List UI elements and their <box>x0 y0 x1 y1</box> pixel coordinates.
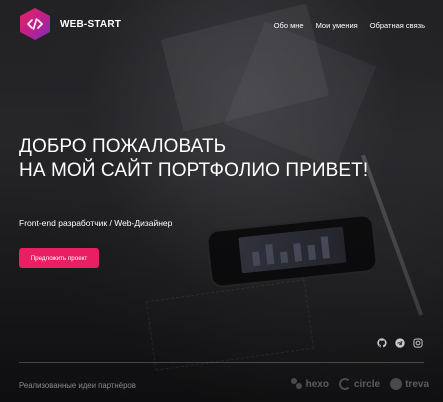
partners-label: Реализованные идеи партнёров <box>19 381 136 390</box>
footer-divider <box>19 362 424 363</box>
hero-subtitle: Front-end разработчик / Web-Дизайнер <box>19 218 173 228</box>
brand-name: WEB-START <box>60 18 122 30</box>
site-logo[interactable]: WEB-START <box>20 8 121 40</box>
background-pencil <box>361 154 423 316</box>
github-icon[interactable] <box>377 338 387 348</box>
background-sketch <box>145 279 315 371</box>
partner-hexo: hexo <box>290 378 329 390</box>
social-links <box>377 338 423 348</box>
nav-item-skills[interactable]: Мои умения <box>316 21 358 30</box>
propose-project-button[interactable]: Предложить проект <box>19 248 99 268</box>
partner-treva: treva <box>390 378 429 390</box>
telegram-icon[interactable] <box>395 338 405 348</box>
hero-title: ДОБРО ПОЖАЛОВАТЬ НА МОЙ САЙТ ПОРТФОЛИО П… <box>19 135 368 183</box>
instagram-icon[interactable] <box>413 338 423 348</box>
circle-logo-icon <box>338 378 351 390</box>
background-phone <box>205 213 379 289</box>
partner-circle: circle <box>338 378 381 390</box>
partner-name: circle <box>353 378 381 390</box>
nav-item-contact[interactable]: Обратная связь <box>370 21 425 30</box>
partner-name: treva <box>405 378 429 390</box>
hero-title-line1: ДОБРО ПОЖАЛОВАТЬ <box>19 136 227 157</box>
hero-section: WEB-START Обо мне Мои умения Обратная св… <box>0 0 443 402</box>
hexo-logo-icon <box>290 378 303 390</box>
partner-logos: hexo circle treva <box>290 378 429 390</box>
logo-icon <box>20 8 50 40</box>
treva-logo-icon <box>390 378 403 390</box>
main-nav: Обо мне Мои умения Обратная связь <box>274 21 425 30</box>
nav-item-about[interactable]: Обо мне <box>274 21 304 30</box>
partner-name: hexo <box>305 378 329 390</box>
hero-title-line2: НА МОЙ САЙТ ПОРТФОЛИО ПРИВЕТ! <box>19 160 369 181</box>
